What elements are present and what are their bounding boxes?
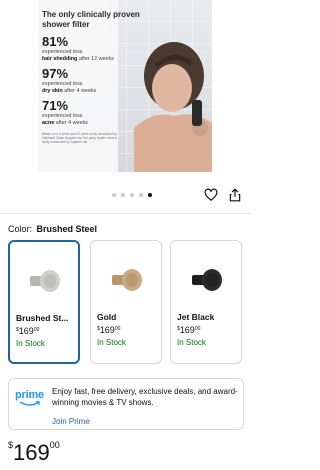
variant-price: $16900	[97, 325, 121, 335]
stat-rest: after 12 weeks	[77, 55, 114, 62]
stat-bold: acne	[42, 119, 55, 126]
gallery-dot[interactable]	[139, 193, 143, 197]
variant-card-gold[interactable]: Gold $16900 In Stock	[90, 240, 162, 364]
variant-card-jet-black[interactable]: Jet Black $16900 In Stock	[170, 240, 242, 364]
stat-percent: 81%	[42, 34, 69, 49]
hero-stat: 81% experienced less hair shedding after…	[42, 35, 154, 62]
stat-line: acne after 4 weeks	[42, 120, 154, 127]
hero-title: The only clinically proven shower filter	[42, 10, 140, 29]
stat-line: experienced less	[42, 49, 83, 55]
stat-rest: after 4 weeks	[54, 119, 88, 126]
product-thumbnail	[192, 269, 222, 291]
price-cents: 00	[49, 440, 60, 450]
gallery-dot[interactable]	[121, 193, 125, 197]
stat-rest: after 4 weeks	[62, 87, 97, 94]
prime-logo: prime	[15, 389, 44, 401]
variant-list: Brushed St... $16900 In Stock Gold $1690…	[8, 240, 244, 364]
product-image[interactable]: The only clinically proven shower filter…	[38, 0, 212, 172]
stat-line: dry skin after 4 weeks	[42, 88, 154, 95]
prime-smile-icon	[19, 401, 41, 406]
product-thumbnail	[30, 270, 60, 292]
stat-line: hair shedding after 12 weeks	[42, 56, 154, 63]
color-selector-label: Color: Brushed Steel	[8, 224, 97, 234]
price-whole: 169	[13, 440, 50, 465]
hero-stat: 71% experienced less acne after 4 weeks	[42, 99, 154, 126]
variant-price: $16900	[16, 326, 40, 336]
gallery-dot[interactable]	[148, 193, 152, 197]
stat-bold: dry skin	[42, 87, 63, 94]
stat-line: experienced less	[42, 81, 83, 88]
variant-price: $16900	[177, 325, 201, 335]
product-price: $16900	[8, 440, 60, 466]
color-label: Color:	[8, 224, 33, 234]
gallery-dots	[112, 193, 152, 197]
variant-card-brushed-steel[interactable]: Brushed St... $16900 In Stock	[8, 240, 80, 364]
prime-banner[interactable]: prime Enjoy fast, free delivery, exclusi…	[8, 378, 244, 430]
stat-bold: hair shedding	[42, 55, 78, 62]
variant-name: Brushed St...	[16, 313, 69, 323]
gallery-dot[interactable]	[130, 193, 134, 197]
prime-message: Enjoy fast, free delivery, exclusive dea…	[52, 387, 238, 407]
stat-percent: 97%	[42, 66, 69, 82]
product-thumbnail	[112, 269, 142, 291]
stat-line: experienced less	[42, 113, 83, 120]
share-icon[interactable]	[229, 188, 241, 202]
variant-stock: In Stock	[16, 339, 45, 348]
gallery-dot[interactable]	[112, 193, 116, 197]
stat-percent: 71%	[42, 98, 69, 114]
variant-stock: In Stock	[177, 338, 206, 347]
hero-stat: 97% experienced less dry skin after 4 we…	[42, 67, 154, 94]
variant-name: Gold	[97, 312, 117, 322]
fine-print: Based on a 4-week and 12-week study cond…	[42, 131, 117, 144]
variant-stock: In Stock	[97, 338, 126, 347]
variant-name: Jet Black	[177, 312, 215, 322]
join-prime-link[interactable]: Join Prime	[52, 417, 90, 426]
color-value: Brushed Steel	[36, 224, 98, 234]
heart-icon[interactable]	[204, 188, 218, 202]
divider	[0, 213, 250, 214]
